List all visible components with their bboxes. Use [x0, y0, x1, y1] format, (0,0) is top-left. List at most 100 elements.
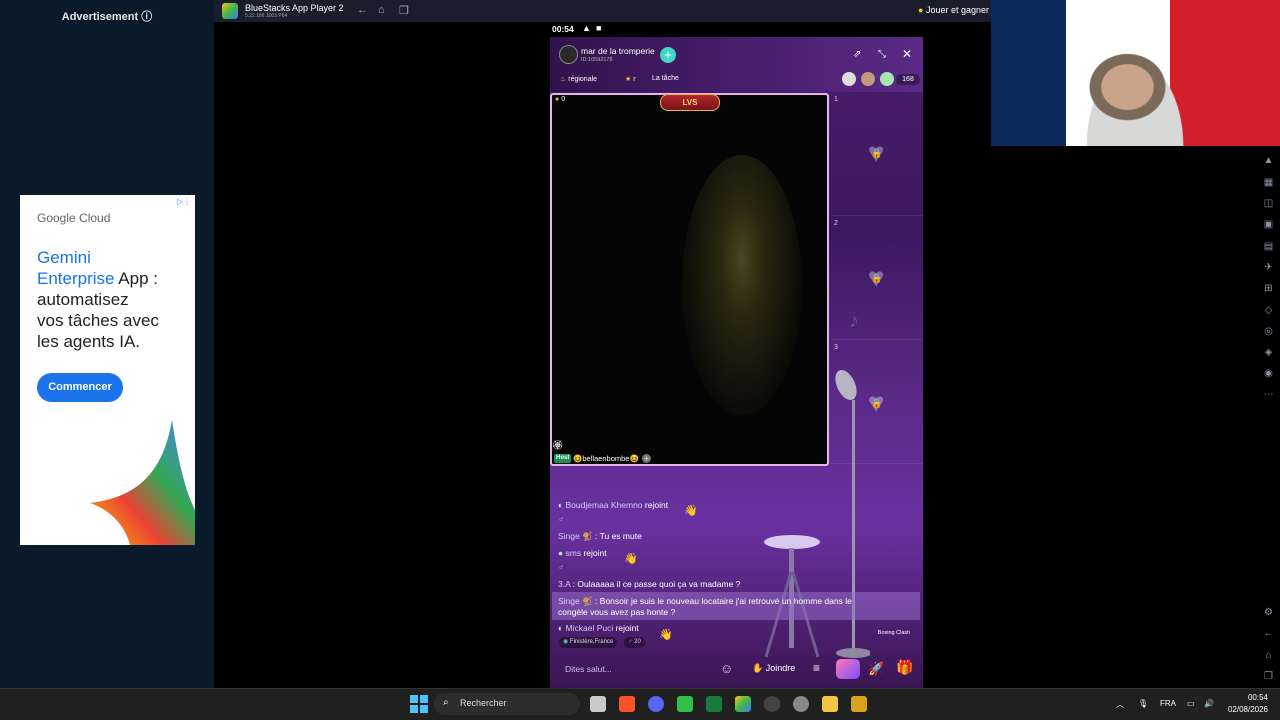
host-name[interactable]: 😆bellaenbombe😆	[573, 454, 639, 463]
microphone-icon[interactable]: 🎙	[1138, 699, 1148, 708]
volume-icon[interactable]: ▲	[1262, 154, 1275, 167]
chat-username[interactable]: Singe 🐒	[558, 596, 593, 606]
android-statusbar: 00:54 ▲ ■	[550, 22, 923, 37]
chat-avatar-icon: ●	[558, 548, 564, 558]
app-icon[interactable]	[677, 696, 693, 712]
eco-icon[interactable]: ◉	[1262, 367, 1275, 380]
chat-username[interactable]: sms	[566, 548, 582, 558]
record-icon[interactable]: ▣	[1262, 218, 1275, 231]
back-nav-icon[interactable]: ←	[1262, 627, 1275, 640]
chat-avatar-icon: ◐	[558, 500, 564, 510]
rocket-icon[interactable]: 🚀	[868, 661, 884, 677]
multi-instance-icon[interactable]: ❐	[399, 4, 409, 17]
clock-time[interactable]: 00:54	[1228, 693, 1268, 702]
game-icon[interactable]	[836, 659, 860, 679]
tag-regional-label: régionale	[568, 76, 598, 83]
share-icon[interactable]: ⇗	[853, 49, 861, 60]
close-icon[interactable]: ✕	[902, 47, 912, 61]
speaker-icon[interactable]: 🔊	[1204, 699, 1214, 708]
windows-taskbar	[0, 688, 1280, 720]
chat-username[interactable]: Boudjemaa Khemno	[566, 500, 643, 510]
ad-card[interactable]: ▷⋮ Google Cloud Gemini Enterprise App : …	[20, 195, 195, 545]
bluestacks-logo-icon	[222, 3, 238, 19]
settings-icon[interactable]: ⚙	[1262, 606, 1275, 619]
network-icon[interactable]: ▭	[1187, 699, 1195, 708]
wave-icon[interactable]: 👋	[659, 628, 673, 641]
minimize-icon[interactable]: ⤡	[878, 49, 886, 60]
more-icon[interactable]: ⋯	[1262, 388, 1275, 401]
layers-icon[interactable]: ◈	[1262, 346, 1275, 359]
chat-text: : Tu es mute	[592, 531, 642, 541]
obs-icon[interactable]	[764, 696, 780, 712]
gift-icon[interactable]: 🎁	[896, 659, 913, 676]
recent-apps-icon[interactable]: ❐	[1262, 670, 1275, 683]
lock-icon: 🔒	[871, 148, 883, 158]
language-indicator[interactable]: FRA	[1160, 699, 1176, 708]
viewer-avatar[interactable]	[842, 72, 856, 86]
chat-text: rejoint	[613, 623, 639, 633]
play-and-win-button[interactable]: ● Jouer et gagner	[918, 5, 989, 15]
status-time: 00:54	[552, 24, 574, 34]
bluestacks-taskbar-icon[interactable]	[735, 696, 751, 712]
settings-taskbar-icon[interactable]	[793, 696, 809, 712]
back-icon[interactable]: ←	[357, 4, 368, 16]
media-icon[interactable]: ▤	[1262, 240, 1275, 253]
ad-headline-line2: Enterprise App :	[37, 268, 187, 289]
gamepad-icon[interactable]: ⊞	[1262, 282, 1275, 295]
chat-username[interactable]: Mickael Puci	[566, 623, 614, 633]
ad-label: Advertisement ⓘ	[61, 11, 153, 23]
room-avatar[interactable]	[559, 45, 578, 64]
host-add-icon[interactable]: +	[642, 454, 651, 463]
brave-icon[interactable]	[619, 696, 635, 712]
chat-username[interactable]: 3.A	[558, 579, 570, 589]
task-view-icon[interactable]	[590, 696, 606, 712]
viewer-avatar[interactable]	[880, 72, 894, 86]
app-icon[interactable]	[851, 696, 867, 712]
tray-chevron-icon[interactable]: ︿	[1116, 699, 1124, 710]
emoji-icon[interactable]: ☺	[720, 661, 733, 676]
location-icon[interactable]: ◎	[1262, 325, 1275, 338]
discord-icon[interactable]	[648, 696, 664, 712]
chat-text: rejoint	[581, 548, 607, 558]
viewer-avatar[interactable]	[861, 72, 875, 86]
home-icon[interactable]: ⌂	[378, 4, 385, 16]
file-explorer-icon[interactable]	[822, 696, 838, 712]
tag-task[interactable]: La tâche	[652, 75, 679, 82]
chat-input[interactable]: Dites salut...	[558, 660, 718, 680]
chat-message: ◐ Mickael Puci rejoint	[558, 623, 639, 633]
home-nav-icon[interactable]: ⌂	[1262, 649, 1275, 662]
tag-regional[interactable]: ♨ régionale	[560, 75, 597, 83]
chat-username[interactable]: Singe 🐒	[558, 531, 593, 541]
hand-icon: ✋	[752, 663, 764, 673]
location-tag: ◉ Finistère,France	[559, 637, 618, 648]
ad-choices-icon[interactable]: ▷⋮	[177, 197, 191, 206]
boxing-clash-game[interactable]: Boxing Clash	[874, 630, 914, 646]
follow-button[interactable]: +	[660, 47, 676, 63]
star-icon: ★	[625, 76, 632, 83]
eraser-icon[interactable]: ◇	[1262, 304, 1275, 317]
room-id: ID:10592178	[581, 57, 613, 63]
app-icon[interactable]	[706, 696, 722, 712]
viewer-count[interactable]: 168	[896, 74, 920, 85]
ad-cta-button[interactable]: Commencer	[37, 373, 123, 402]
performance-icon[interactable]: ▦	[1262, 176, 1275, 189]
room-name: mar de la tromperie	[581, 46, 655, 56]
wave-icon[interactable]: 👋	[624, 552, 638, 565]
start-icon[interactable]	[410, 695, 428, 713]
lock-icon: 🔒	[871, 398, 883, 408]
host-camera-feed	[682, 155, 802, 415]
wave-icon[interactable]: 👋	[684, 504, 698, 517]
clock-date[interactable]: 02/08/2026	[1222, 705, 1268, 714]
search-label: Rechercher	[460, 698, 507, 708]
tag-star[interactable]: ★ r	[625, 75, 636, 83]
taskbar-search[interactable]: ⌕ Rechercher	[434, 693, 580, 715]
screenshot-icon[interactable]: ◫	[1262, 197, 1275, 210]
join-button[interactable]: ✋ Joindre	[752, 663, 795, 674]
host-video[interactable]	[550, 93, 829, 466]
coin-counter: ● 0	[555, 96, 565, 103]
warning-icon: ▲	[582, 23, 591, 33]
male-icon: ♂	[628, 639, 633, 645]
airplane-icon[interactable]: ✈	[1262, 261, 1275, 274]
menu-icon[interactable]: ≡	[813, 661, 820, 675]
ad-headline-line4: vos tâches avec	[37, 311, 159, 330]
